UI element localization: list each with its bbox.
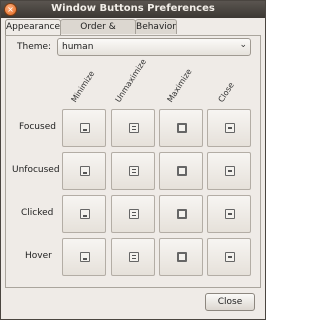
image-picker-unfocused-unmaximize[interactable] xyxy=(111,152,155,190)
titlebar[interactable]: × Window Buttons Preferences xyxy=(1,1,265,18)
row-header-unfocused: Unfocused xyxy=(12,165,60,175)
minimize-icon xyxy=(80,123,90,133)
preferences-window: × Window Buttons Preferences Appearance … xyxy=(0,0,266,320)
window-title: Window Buttons Preferences xyxy=(51,3,215,14)
minimize-icon xyxy=(80,252,90,262)
image-picker-clicked-unmaximize[interactable] xyxy=(111,195,155,233)
unmaximize-icon xyxy=(129,123,139,133)
chevron-down-icon: ⌄ xyxy=(239,40,247,50)
minimize-icon xyxy=(80,209,90,219)
row-header-hover: Hover xyxy=(25,251,52,261)
maximize-icon xyxy=(177,252,187,262)
image-picker-focused-maximize[interactable] xyxy=(159,109,203,147)
maximize-icon xyxy=(177,209,187,219)
maximize-icon xyxy=(177,123,187,133)
row-header-focused: Focused xyxy=(19,122,56,132)
image-picker-hover-minimize[interactable] xyxy=(62,238,106,276)
close-icon xyxy=(225,123,235,133)
close-icon xyxy=(225,209,235,219)
tab-order-visibility[interactable]: Order & Visibility xyxy=(60,19,136,47)
tab-appearance[interactable]: Appearance xyxy=(5,19,61,36)
image-picker-unfocused-maximize[interactable] xyxy=(159,152,203,190)
image-picker-hover-close[interactable] xyxy=(207,238,251,276)
image-picker-hover-maximize[interactable] xyxy=(159,238,203,276)
image-picker-focused-unmaximize[interactable] xyxy=(111,109,155,147)
close-icon xyxy=(225,252,235,262)
image-picker-hover-unmaximize[interactable] xyxy=(111,238,155,276)
unmaximize-icon xyxy=(129,209,139,219)
image-picker-clicked-maximize[interactable] xyxy=(159,195,203,233)
theme-select-value: human xyxy=(62,42,94,52)
maximize-icon xyxy=(177,166,187,176)
close-button[interactable]: Close xyxy=(205,293,255,311)
theme-select[interactable]: human ⌄ xyxy=(57,38,251,56)
row-header-clicked: Clicked xyxy=(21,208,54,218)
image-picker-clicked-close[interactable] xyxy=(207,195,251,233)
unmaximize-icon xyxy=(129,252,139,262)
minimize-icon xyxy=(80,166,90,176)
image-picker-unfocused-minimize[interactable] xyxy=(62,152,106,190)
unmaximize-icon xyxy=(129,166,139,176)
theme-label: Theme: xyxy=(17,42,52,52)
tab-behavior[interactable]: Behavior xyxy=(135,19,177,34)
image-picker-focused-close[interactable] xyxy=(207,109,251,147)
close-icon xyxy=(225,166,235,176)
close-button-label: Close xyxy=(217,297,243,307)
image-picker-unfocused-close[interactable] xyxy=(207,152,251,190)
image-picker-focused-minimize[interactable] xyxy=(62,109,106,147)
image-picker-clicked-minimize[interactable] xyxy=(62,195,106,233)
